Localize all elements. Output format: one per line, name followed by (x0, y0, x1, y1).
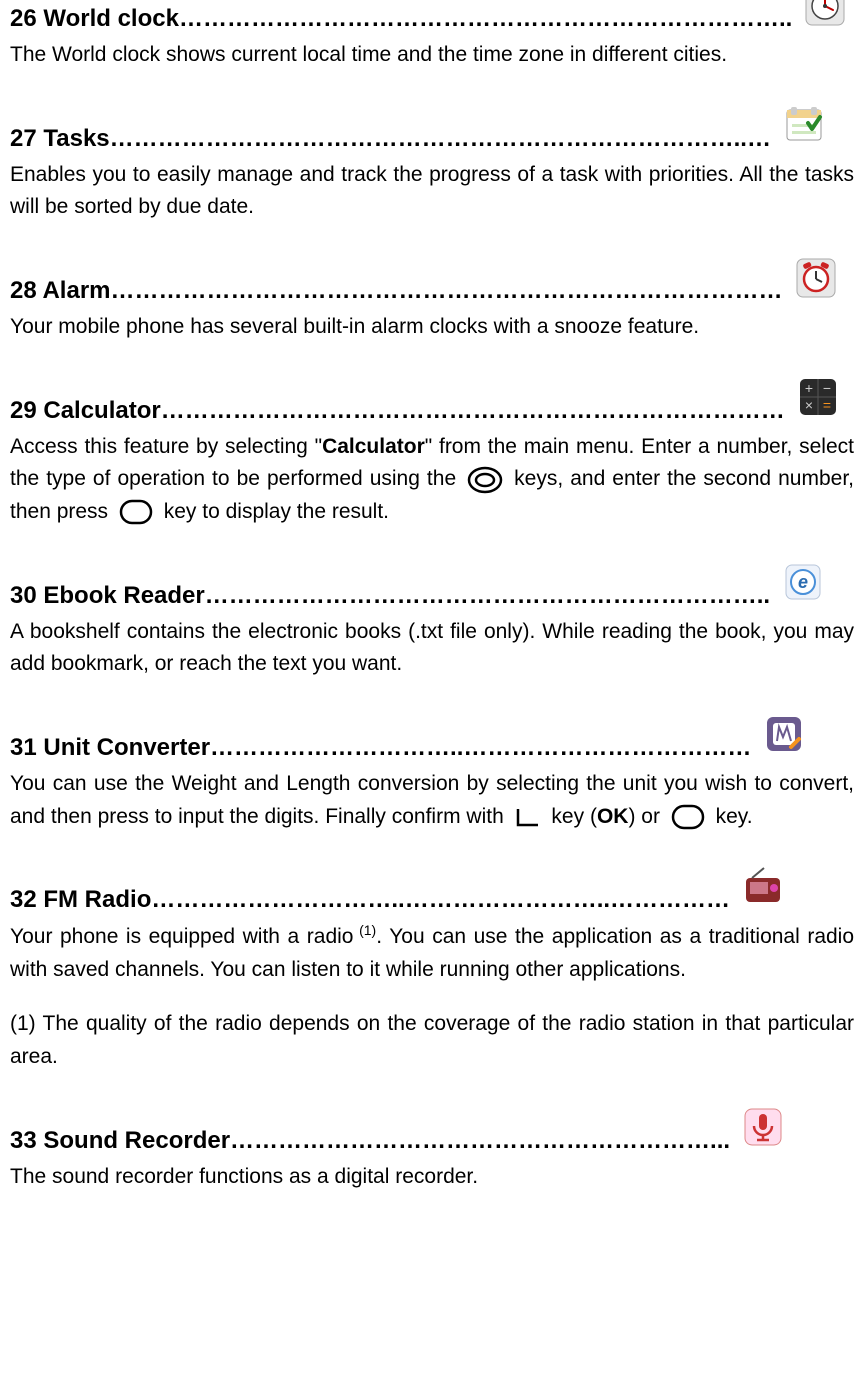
heading-unit-converter: 31 Unit Converter…………………………..……………………………… (10, 729, 751, 766)
left-softkey-icon (514, 805, 542, 829)
fm-sup: (1) (353, 922, 376, 938)
section-ebook: 30 Ebook Reader……………………………………………………………..… (10, 577, 854, 681)
section-alarm: 28 Alarm………………………………………………………………………… You… (10, 272, 854, 344)
svg-text:=: = (823, 397, 831, 413)
heading-alarm: 28 Alarm………………………………………………………………………… (10, 272, 783, 309)
section-fm-radio: 32 FM Radio…………………………..……………………..…………… Y… (10, 881, 854, 1073)
heading-sound-recorder: 33 Sound Recorder……………………………………………………... (10, 1122, 730, 1159)
tasks-icon (783, 104, 825, 146)
nav-key-icon (467, 465, 503, 495)
fm-radio-icon (742, 866, 784, 908)
section-world-clock: 26 World clock………………………………………………………………….… (10, 0, 854, 72)
sound-recorder-icon (742, 1106, 784, 1148)
center-key-icon-2 (670, 803, 706, 831)
uc-ok: OK (597, 805, 629, 828)
section-unit-converter: 31 Unit Converter…………………………..……………………………… (10, 729, 854, 833)
body-tasks: Enables you to easily manage and track t… (10, 159, 854, 224)
calc-text-1: Access this feature by selecting " (10, 435, 322, 458)
heading-ebook: 30 Ebook Reader…………………………………………………………….. (10, 577, 770, 614)
body-world-clock: The World clock shows current local time… (10, 39, 854, 72)
body-calculator: Access this feature by selecting "Calcul… (10, 431, 854, 529)
section-calculator: 29 Calculator…………………………………………………………………… … (10, 392, 854, 529)
alarm-icon (795, 257, 837, 299)
fm-text-1: Your phone is equipped with a radio (10, 925, 353, 948)
svg-text:e: e (798, 572, 808, 592)
body-fm-radio: Your phone is equipped with a radio (1).… (10, 920, 854, 986)
uc-text-4: key. (710, 805, 753, 828)
body-ebook: A bookshelf contains the electronic book… (10, 616, 854, 681)
unit-converter-icon (763, 713, 805, 755)
section-sound-recorder: 33 Sound Recorder……………………………………………………...… (10, 1122, 854, 1194)
body-sound-recorder: The sound recorder functions as a digita… (10, 1161, 854, 1194)
heading-world-clock: 26 World clock………………………………………………………………….… (10, 0, 792, 37)
heading-tasks: 27 Tasks……………………………………………………………………..… (10, 120, 771, 157)
svg-text:+: + (805, 380, 813, 396)
world-clock-icon (804, 0, 846, 27)
body-alarm: Your mobile phone has several built-in a… (10, 311, 854, 344)
heading-fm-radio: 32 FM Radio…………………………..……………………..…………… (10, 881, 730, 918)
fm-footnote: (1) The quality of the radio depends on … (10, 1008, 854, 1073)
calculator-icon: + − × = (797, 376, 839, 418)
svg-text:−: − (823, 380, 831, 396)
heading-calculator: 29 Calculator…………………………………………………………………… (10, 392, 785, 429)
section-tasks: 27 Tasks……………………………………………………………………..… En… (10, 120, 854, 224)
center-key-icon (118, 498, 154, 526)
body-unit-converter: You can use the Weight and Length conver… (10, 768, 854, 833)
calc-text-strong: Calculator (322, 435, 425, 458)
ebook-icon: e (782, 561, 824, 603)
calc-text-4: key to display the result. (158, 500, 389, 523)
uc-text-2: key ( (546, 805, 597, 828)
uc-text-3: ) or (628, 805, 665, 828)
svg-text:×: × (805, 397, 813, 413)
